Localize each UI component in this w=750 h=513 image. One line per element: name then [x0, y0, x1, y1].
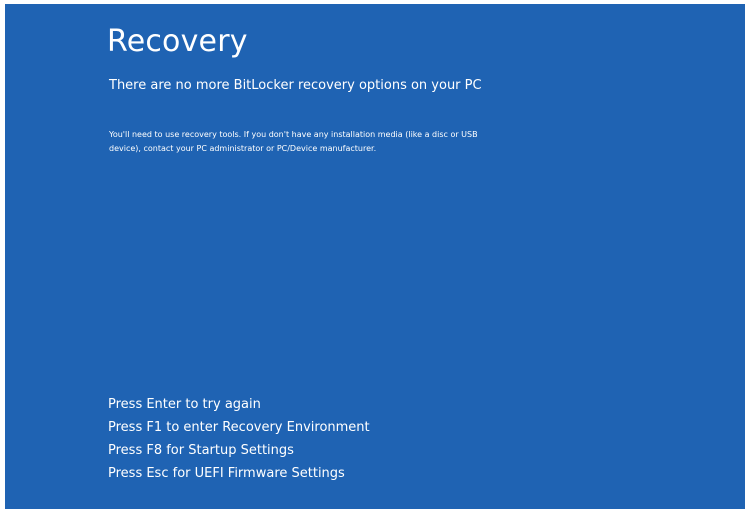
recovery-message: There are no more BitLocker recovery opt…: [109, 78, 482, 93]
recovery-screen: Recovery There are no more BitLocker rec…: [5, 4, 745, 509]
recovery-details: You'll need to use recovery tools. If yo…: [109, 130, 478, 153]
option-f8-startup-settings[interactable]: Press F8 for Startup Settings: [108, 439, 370, 462]
page-title: Recovery: [107, 24, 248, 59]
option-enter-try-again[interactable]: Press Enter to try again: [108, 393, 370, 416]
option-esc-uefi-settings[interactable]: Press Esc for UEFI Firmware Settings: [108, 462, 370, 485]
option-f1-recovery-environment[interactable]: Press F1 to enter Recovery Environment: [108, 416, 370, 439]
key-options-list: Press Enter to try again Press F1 to ent…: [108, 393, 370, 485]
